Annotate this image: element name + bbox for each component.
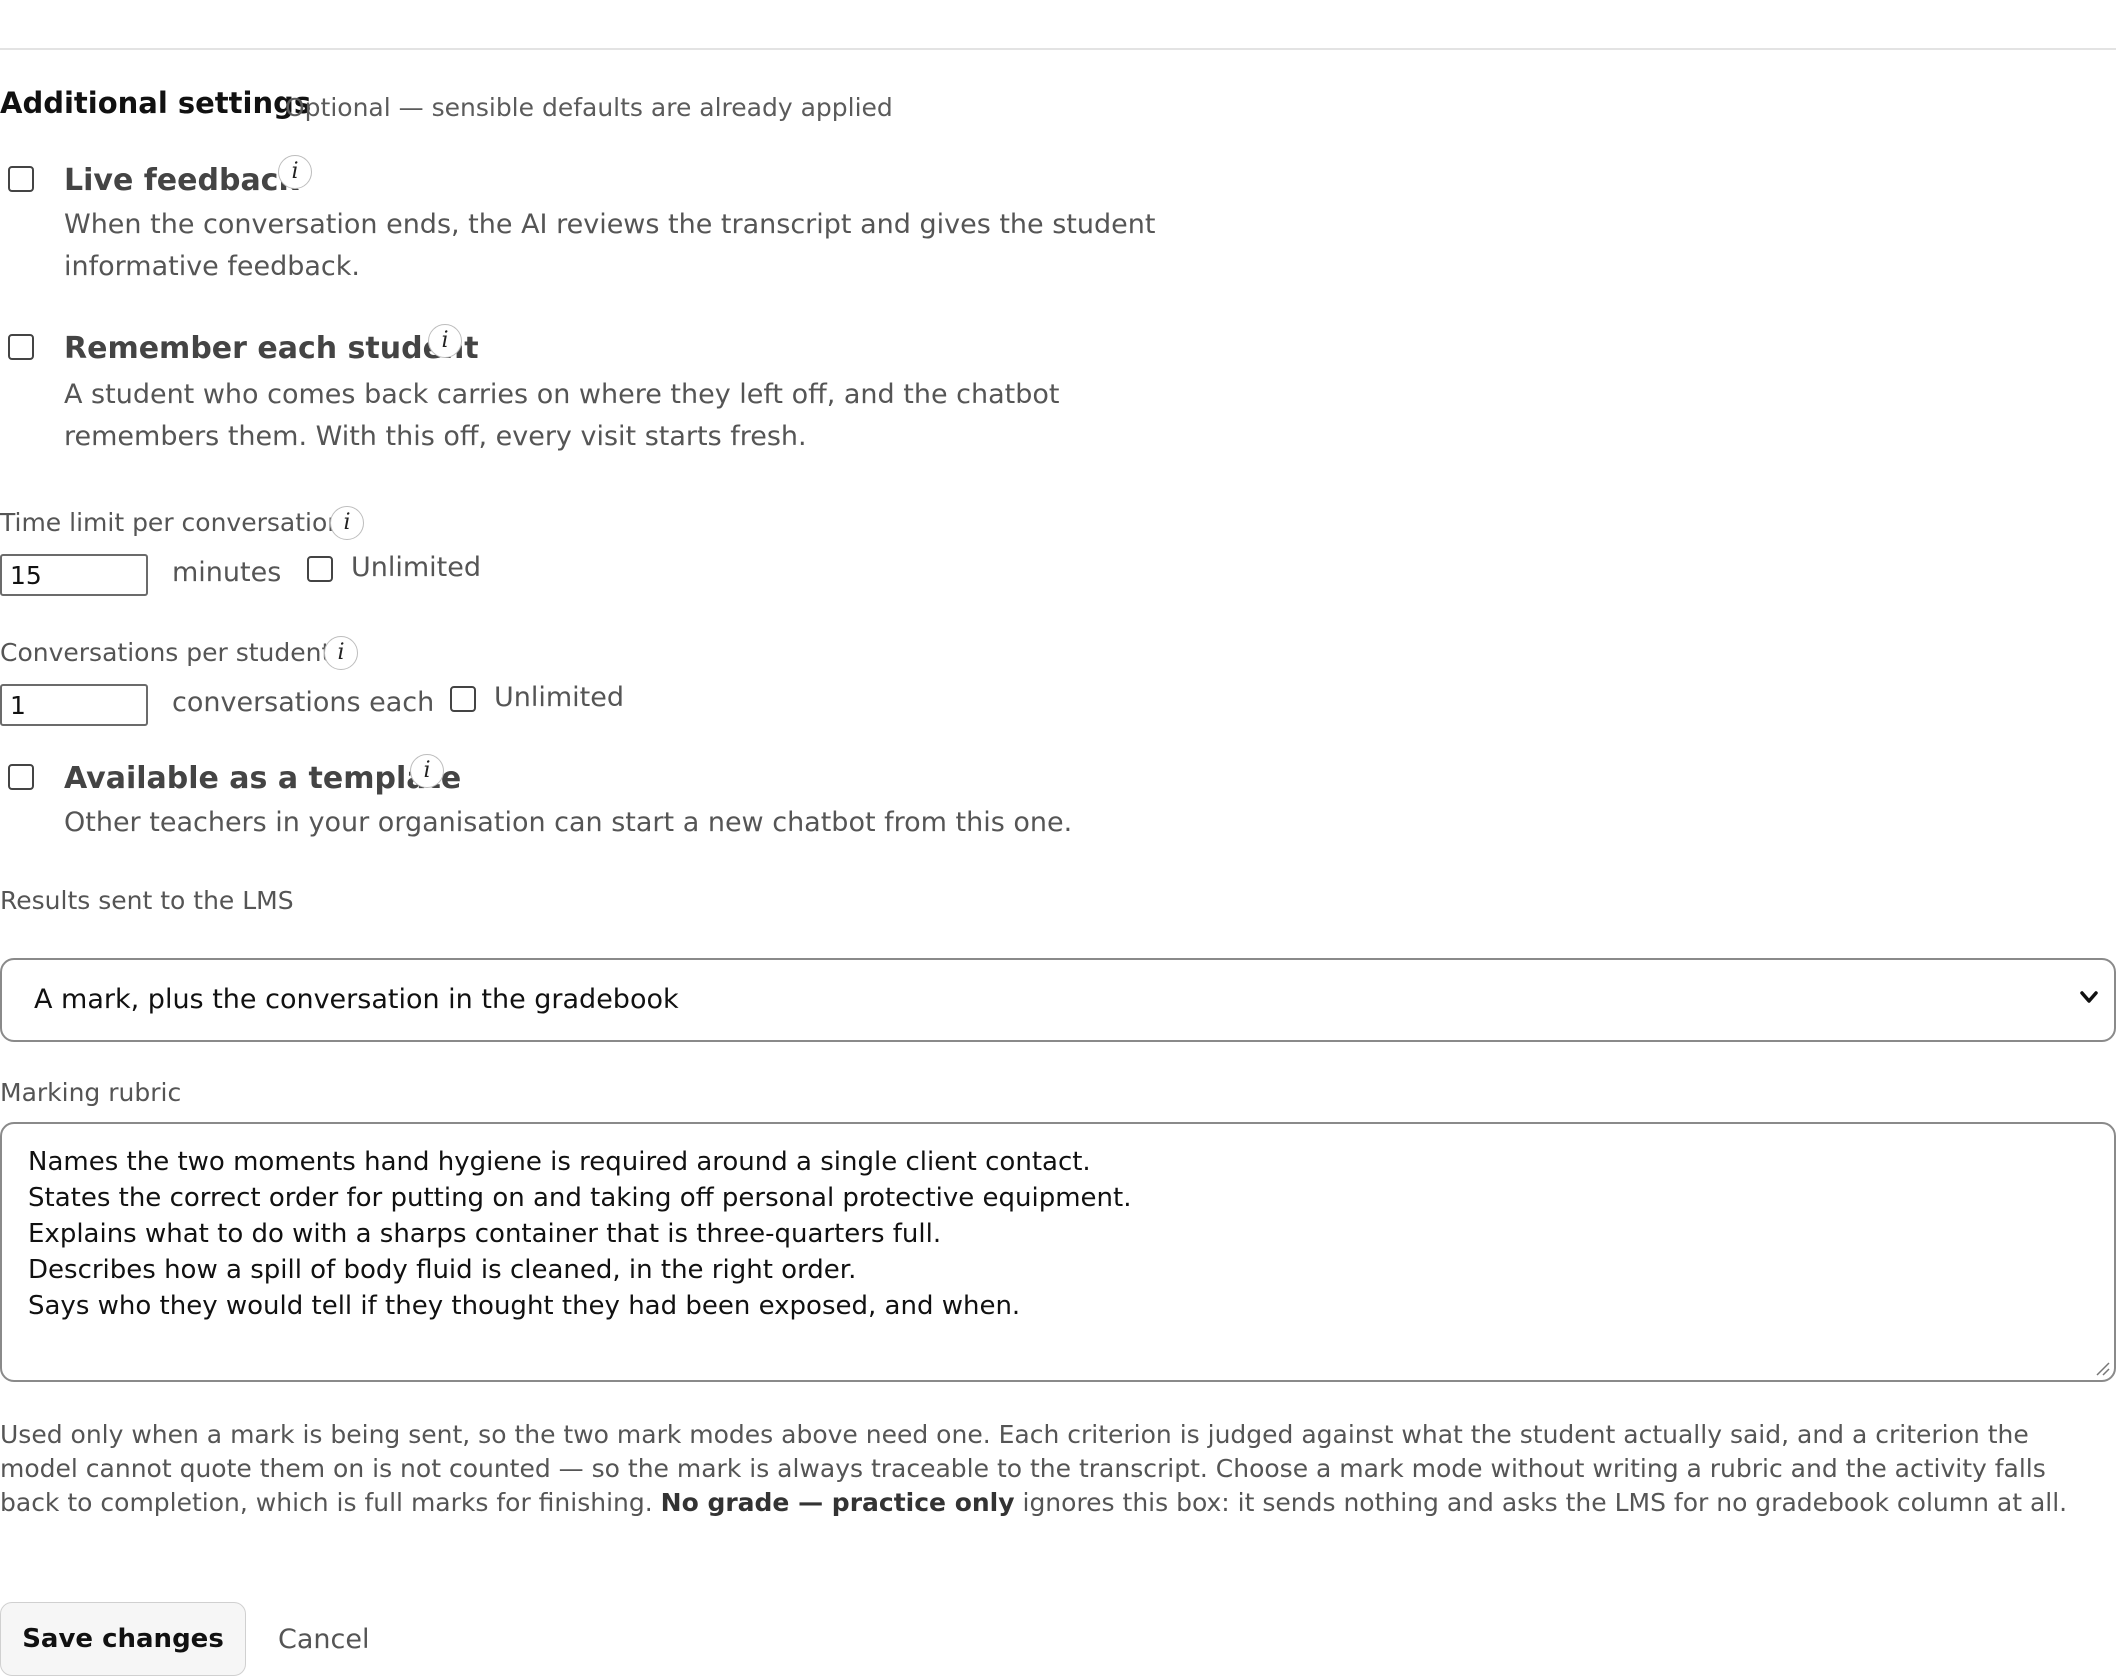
rubric-line: Names the two moments hand hygiene is re… <box>28 1147 1091 1177</box>
rubric-help-text: Used only when a mark is being sent, so … <box>0 1418 2100 1520</box>
lms-results-label: Results sent to the LMS <box>0 886 294 915</box>
rubric-help-after: ignores this box: it sends nothing and a… <box>1014 1488 2068 1517</box>
section-note: Optional — sensible defaults are already… <box>285 93 893 122</box>
time-limit-label: Time limit per conversation <box>0 508 344 537</box>
rubric-line: Says who they would tell if they thought… <box>28 1291 1021 1321</box>
time-limit-input[interactable] <box>0 554 148 596</box>
time-limit-unlimited-label: Unlimited <box>351 552 482 583</box>
rubric-textarea[interactable]: Names the two moments hand hygiene is re… <box>0 1122 2116 1382</box>
template-info-icon[interactable]: i <box>410 754 444 788</box>
resize-grip-icon[interactable] <box>2094 1360 2110 1376</box>
remember-student-title: Remember each student <box>64 331 479 366</box>
conversations-unit: conversations each <box>172 687 435 718</box>
live-feedback-checkbox[interactable] <box>8 166 34 192</box>
rubric-help-bold: No grade — practice only <box>660 1488 1015 1517</box>
conversations-unlimited-checkbox[interactable] <box>450 686 476 712</box>
conversations-label: Conversations per student <box>0 638 332 667</box>
chevron-down-icon <box>2080 991 2098 1003</box>
rubric-content: Names the two moments hand hygiene is re… <box>28 1144 1131 1324</box>
settings-page: Additional settings Optional — sensible … <box>0 0 2116 1676</box>
save-changes-button[interactable]: Save changes <box>0 1602 246 1676</box>
section-title: Additional settings <box>0 86 312 120</box>
remember-student-info-icon[interactable]: i <box>428 324 462 358</box>
rubric-line: States the correct order for putting on … <box>28 1183 1132 1213</box>
time-limit-info-icon[interactable]: i <box>330 506 364 540</box>
cancel-link[interactable]: Cancel <box>278 1624 369 1655</box>
remember-student-checkbox[interactable] <box>8 334 34 360</box>
time-limit-unlimited-checkbox[interactable] <box>307 556 333 582</box>
conversations-unlimited-label: Unlimited <box>494 682 625 713</box>
remember-student-description: A student who comes back carries on wher… <box>64 379 1060 452</box>
rubric-label: Marking rubric <box>0 1078 182 1107</box>
live-feedback-title: Live feedback <box>64 163 299 198</box>
top-divider <box>0 48 2116 50</box>
conversations-info-icon[interactable]: i <box>324 636 358 670</box>
template-description: Other teachers in your organisation can … <box>64 807 1073 838</box>
rubric-line: Explains what to do with a sharps contai… <box>28 1219 942 1249</box>
live-feedback-description: When the conversation ends, the AI revie… <box>64 209 1156 282</box>
lms-results-select[interactable]: A mark, plus the conversation in the gra… <box>0 958 2116 1042</box>
live-feedback-info-icon[interactable]: i <box>278 155 312 189</box>
lms-results-selected-value: A mark, plus the conversation in the gra… <box>34 984 679 1015</box>
conversations-input[interactable] <box>0 684 148 726</box>
time-limit-unit: minutes <box>172 557 282 588</box>
template-checkbox[interactable] <box>8 764 34 790</box>
rubric-line: Describes how a spill of body fluid is c… <box>28 1255 857 1285</box>
template-title: Available as a template <box>64 761 462 796</box>
